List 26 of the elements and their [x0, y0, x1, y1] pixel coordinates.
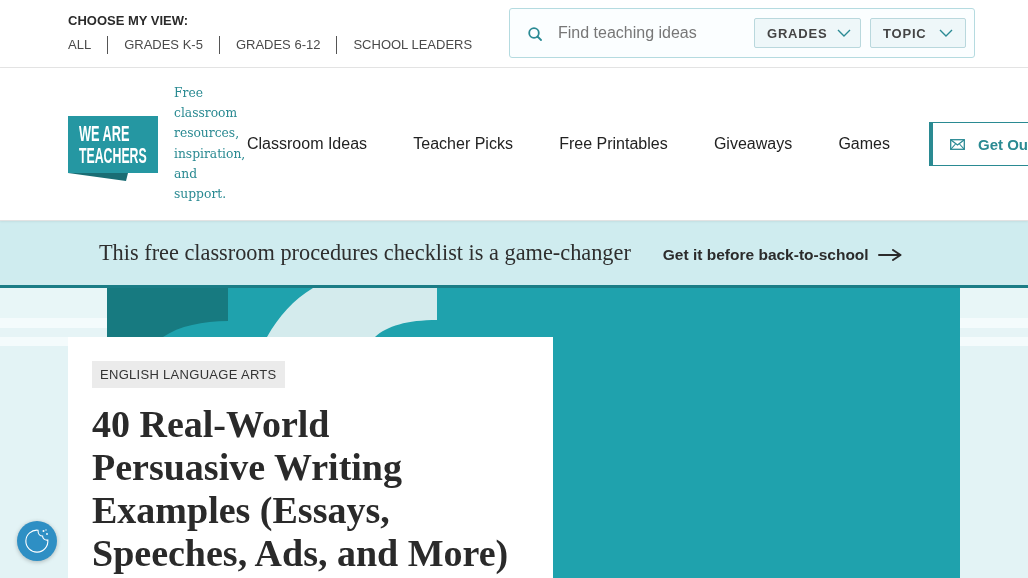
cookie-settings-button[interactable] — [17, 521, 57, 561]
nav-link[interactable]: Teacher Picks — [413, 135, 513, 153]
view-switcher-label: CHOOSE MY VIEW: — [68, 13, 189, 29]
search-field[interactable]: Find teaching ideas — [558, 22, 745, 44]
nav-link[interactable]: Games — [838, 135, 890, 153]
nav-link[interactable]: Classroom Ideas — [247, 135, 368, 153]
search-icon — [528, 27, 542, 41]
nav-link[interactable]: Free Printables — [559, 135, 668, 153]
chevron-down-icon — [939, 29, 953, 37]
chevron-down-icon — [837, 29, 852, 37]
view-link[interactable]: GRADES 6-12 — [235, 36, 321, 54]
promo-text: This free classroom procedures checklist is a game-changer — [99, 240, 631, 266]
view-link[interactable]: ALL — [68, 36, 92, 54]
envelope-icon — [950, 138, 965, 150]
tagline: Free classroom resources, inspiration, and support. — [174, 84, 247, 204]
view-link[interactable]: GRADES K-5 — [124, 36, 203, 54]
arrow-right-icon — [877, 248, 902, 261]
view-link[interactable]: SCHOOL LEADERS — [353, 36, 473, 54]
nav-link[interactable]: Giveaways — [713, 135, 793, 153]
filter-dropdown[interactable]: GRADES — [754, 18, 861, 48]
category-tag[interactable]: ENGLISH LANGUAGE ARTS — [92, 361, 285, 388]
promo-link[interactable]: Get it before back-to-school — [662, 245, 869, 264]
newsletter-button[interactable]: Get Ou — [929, 122, 1028, 166]
article-title: 40 Real-World Persuasive Writing Examples (Essays, Speeches, Ads, and More) — [92, 403, 509, 575]
filter-dropdown[interactable]: TOPIC — [870, 18, 966, 48]
cookie-icon — [24, 528, 50, 554]
